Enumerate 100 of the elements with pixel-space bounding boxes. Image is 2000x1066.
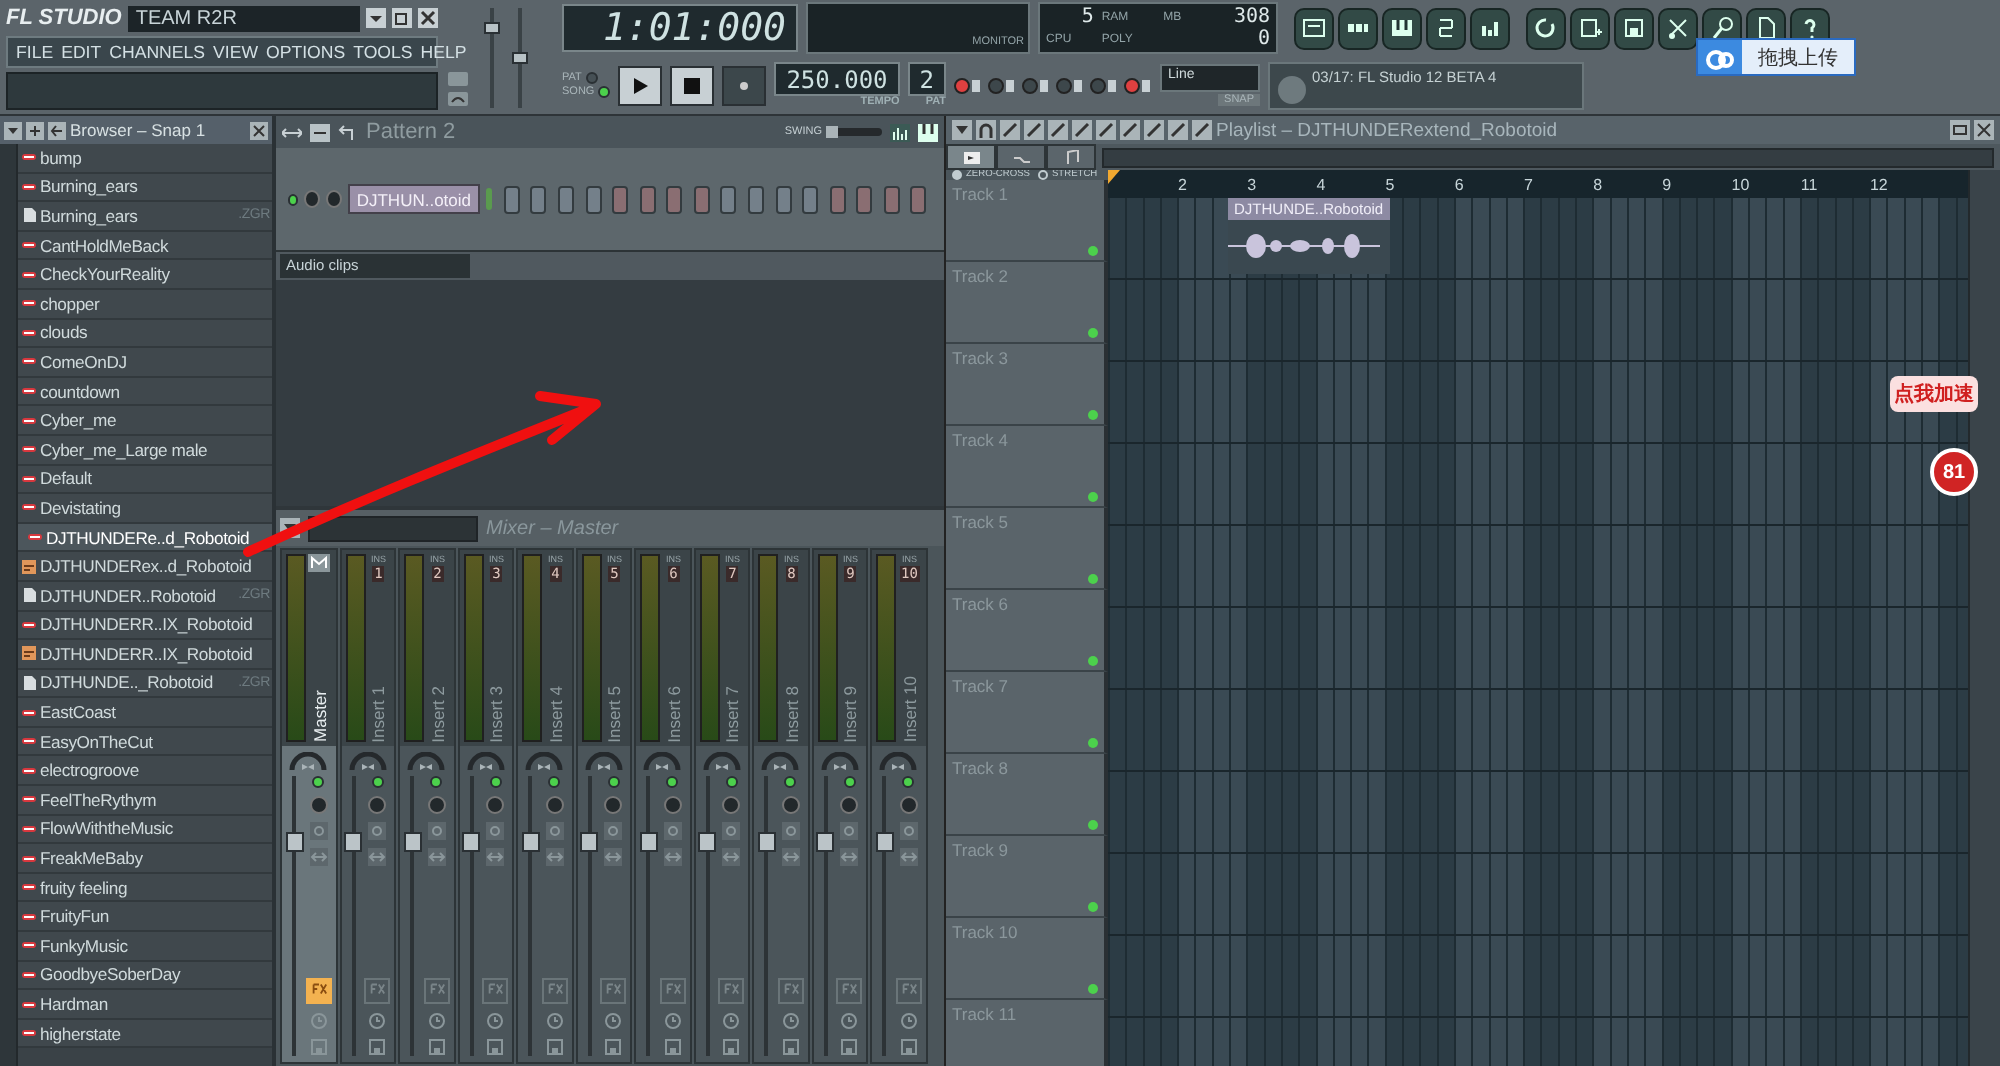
browser-item[interactable]: electrogroove (18, 756, 272, 787)
browser-item[interactable]: EasyOnTheCut (18, 727, 272, 757)
item-label: Cyber_me_Large male (40, 439, 208, 460)
bar-number: 9 (1662, 175, 1674, 193)
track-name: Insert 5 (604, 685, 625, 742)
menu-item[interactable]: OPTIONS (266, 42, 346, 62)
browser-item[interactable]: FruityFun (18, 902, 272, 933)
track-name: Insert 10 (899, 675, 920, 742)
bar-number: 12 (1869, 175, 1890, 193)
item-label: DJTHUNDER..Robotoid (40, 585, 216, 606)
timeline-ruler[interactable]: 2 3 4 5 6 7 8 9 10 11 12 (1108, 170, 1968, 198)
memory-value: 308 (1231, 6, 1270, 29)
browser-item[interactable]: FreakMeBaby (18, 844, 272, 874)
item-label: countdown (40, 381, 120, 402)
item-label: Hardman (40, 994, 108, 1015)
browser-item[interactable]: Default (18, 465, 272, 495)
item-label: EasyOnTheCut (40, 731, 153, 752)
item-label: CantHoldMeBack (40, 235, 169, 256)
browser-item[interactable]: bump (18, 144, 272, 174)
upload-tooltip[interactable]: 拖拽上传 (1696, 38, 1856, 76)
item-label: FreakMeBaby (40, 848, 143, 869)
browser-item[interactable]: Cyber_me (18, 406, 272, 436)
bar-number: 6 (1454, 175, 1466, 193)
item-label: Cyber_me (40, 410, 117, 431)
menu-item[interactable]: TOOLS (353, 42, 413, 62)
menu-item[interactable]: FILE (16, 42, 54, 62)
item-label: Burning_ears (40, 205, 138, 226)
browser-item[interactable]: EastCoast (18, 698, 272, 728)
browser-item[interactable]: DJTHUNDERe..d_Robotoid (18, 523, 272, 553)
item-label: DJTHUNDERe..d_Robotoid (46, 527, 250, 548)
item-label: higherstate (40, 1023, 121, 1044)
item-label: Devistating (40, 497, 121, 518)
menu-item[interactable]: HELP (420, 42, 467, 62)
item-label: clouds (40, 322, 88, 343)
browser-item[interactable]: DJTHUNDERex..d_Robotoid (18, 552, 272, 582)
track-name: Insert 6 (663, 685, 684, 742)
item-label: DJTHUNDERR..IX_Robotoid (40, 643, 253, 664)
browser-item[interactable]: clouds (18, 319, 272, 349)
item-label: FruityFun (40, 906, 109, 927)
upload-text: 拖拽上传 (1742, 40, 1854, 74)
item-label: Burning_ears (40, 176, 138, 197)
bar-number: 11 (1800, 175, 1820, 193)
browser-item[interactable]: FeelTheRythym (18, 786, 272, 816)
menu-item[interactable]: EDIT (61, 42, 102, 62)
bar-number: 4 (1316, 175, 1328, 193)
bar-number: 7 (1523, 175, 1535, 193)
item-label: DJTHUNDERR..IX_Robotoid (40, 614, 253, 635)
browser-item[interactable]: DJTHUNDERR..IX_Robotoid (18, 611, 272, 641)
track-name: Insert 1 (368, 685, 389, 742)
browser-item[interactable]: CantHoldMeBack (18, 231, 272, 261)
item-label: FlowWiththeMusic (40, 818, 174, 839)
browser-item[interactable]: Cyber_me_Large male (18, 435, 272, 466)
browser-item[interactable]: fruity feeling (18, 873, 272, 903)
browser-item[interactable]: FlowWiththeMusic (18, 815, 272, 845)
browser-item[interactable]: DJTHUNDERR..IX_Robotoid (18, 640, 272, 670)
track-name: Insert 4 (545, 685, 566, 742)
bar-number: 3 (1247, 175, 1259, 193)
item-label: CheckYourReality (40, 264, 170, 285)
browser-item[interactable]: countdown (18, 377, 272, 407)
track-name: Insert 8 (781, 685, 802, 742)
track-name: Insert 3 (486, 685, 507, 742)
bar-number: 5 (1385, 175, 1397, 193)
menu-item[interactable]: VIEW (213, 42, 259, 62)
app-logo: FL STUDIO (6, 6, 122, 30)
mixer-title: Mixer – Master (486, 517, 619, 539)
poly-value: 0 (1255, 28, 1270, 51)
browser-item[interactable]: Devistating (18, 494, 272, 524)
window-title: TEAM R2R (127, 5, 360, 31)
browser-item[interactable]: higherstate (18, 1019, 272, 1049)
item-label: DJTHUNDE.._Robotoid (40, 672, 213, 693)
bar-number: 10 (1731, 175, 1752, 193)
item-label: fruity feeling (40, 877, 128, 898)
item-label: Default (40, 468, 92, 489)
voice-count: 5 (1079, 6, 1094, 29)
item-label: electrogroove (40, 760, 139, 781)
browser-item[interactable]: Hardman (18, 990, 272, 1020)
time-display: 1:01:000 (562, 4, 798, 53)
browser-item[interactable]: Burning_ears (18, 173, 272, 203)
track-name: Insert 9 (840, 685, 861, 742)
tempo-display: 250.000 (774, 62, 900, 97)
browser-title: Browser – Snap 1 (70, 120, 208, 140)
browser-item[interactable]: GoodbyeSoberDay (18, 961, 272, 991)
item-label: DJTHUNDERex..d_Robotoid (40, 556, 252, 577)
browser-item[interactable]: ComeOnDJ (18, 348, 272, 378)
item-label: bump (40, 147, 82, 168)
track-name: Insert 2 (427, 685, 448, 742)
item-label: FeelTheRythym (40, 789, 157, 810)
browser-item[interactable]: chopper (18, 289, 272, 320)
playlist-title: Playlist – DJTHUNDERextend_Robotoid (1216, 119, 1560, 141)
browser-item[interactable]: CheckYourReality (18, 260, 272, 290)
track-name: Master (309, 690, 330, 742)
pattern-display: 2 (907, 62, 947, 97)
item-label: FunkyMusic (40, 935, 128, 956)
track-name: Insert 7 (722, 685, 743, 742)
mixer-track[interactable]: Master (280, 548, 337, 1064)
bar-number: 2 (1178, 175, 1189, 193)
browser-item[interactable]: FunkyMusic (18, 932, 272, 962)
menu-item[interactable]: CHANNELS (109, 42, 206, 62)
item-label: ComeOnDJ (40, 351, 127, 372)
speed-up-bubble[interactable]: 点我加速 (1890, 376, 1978, 412)
